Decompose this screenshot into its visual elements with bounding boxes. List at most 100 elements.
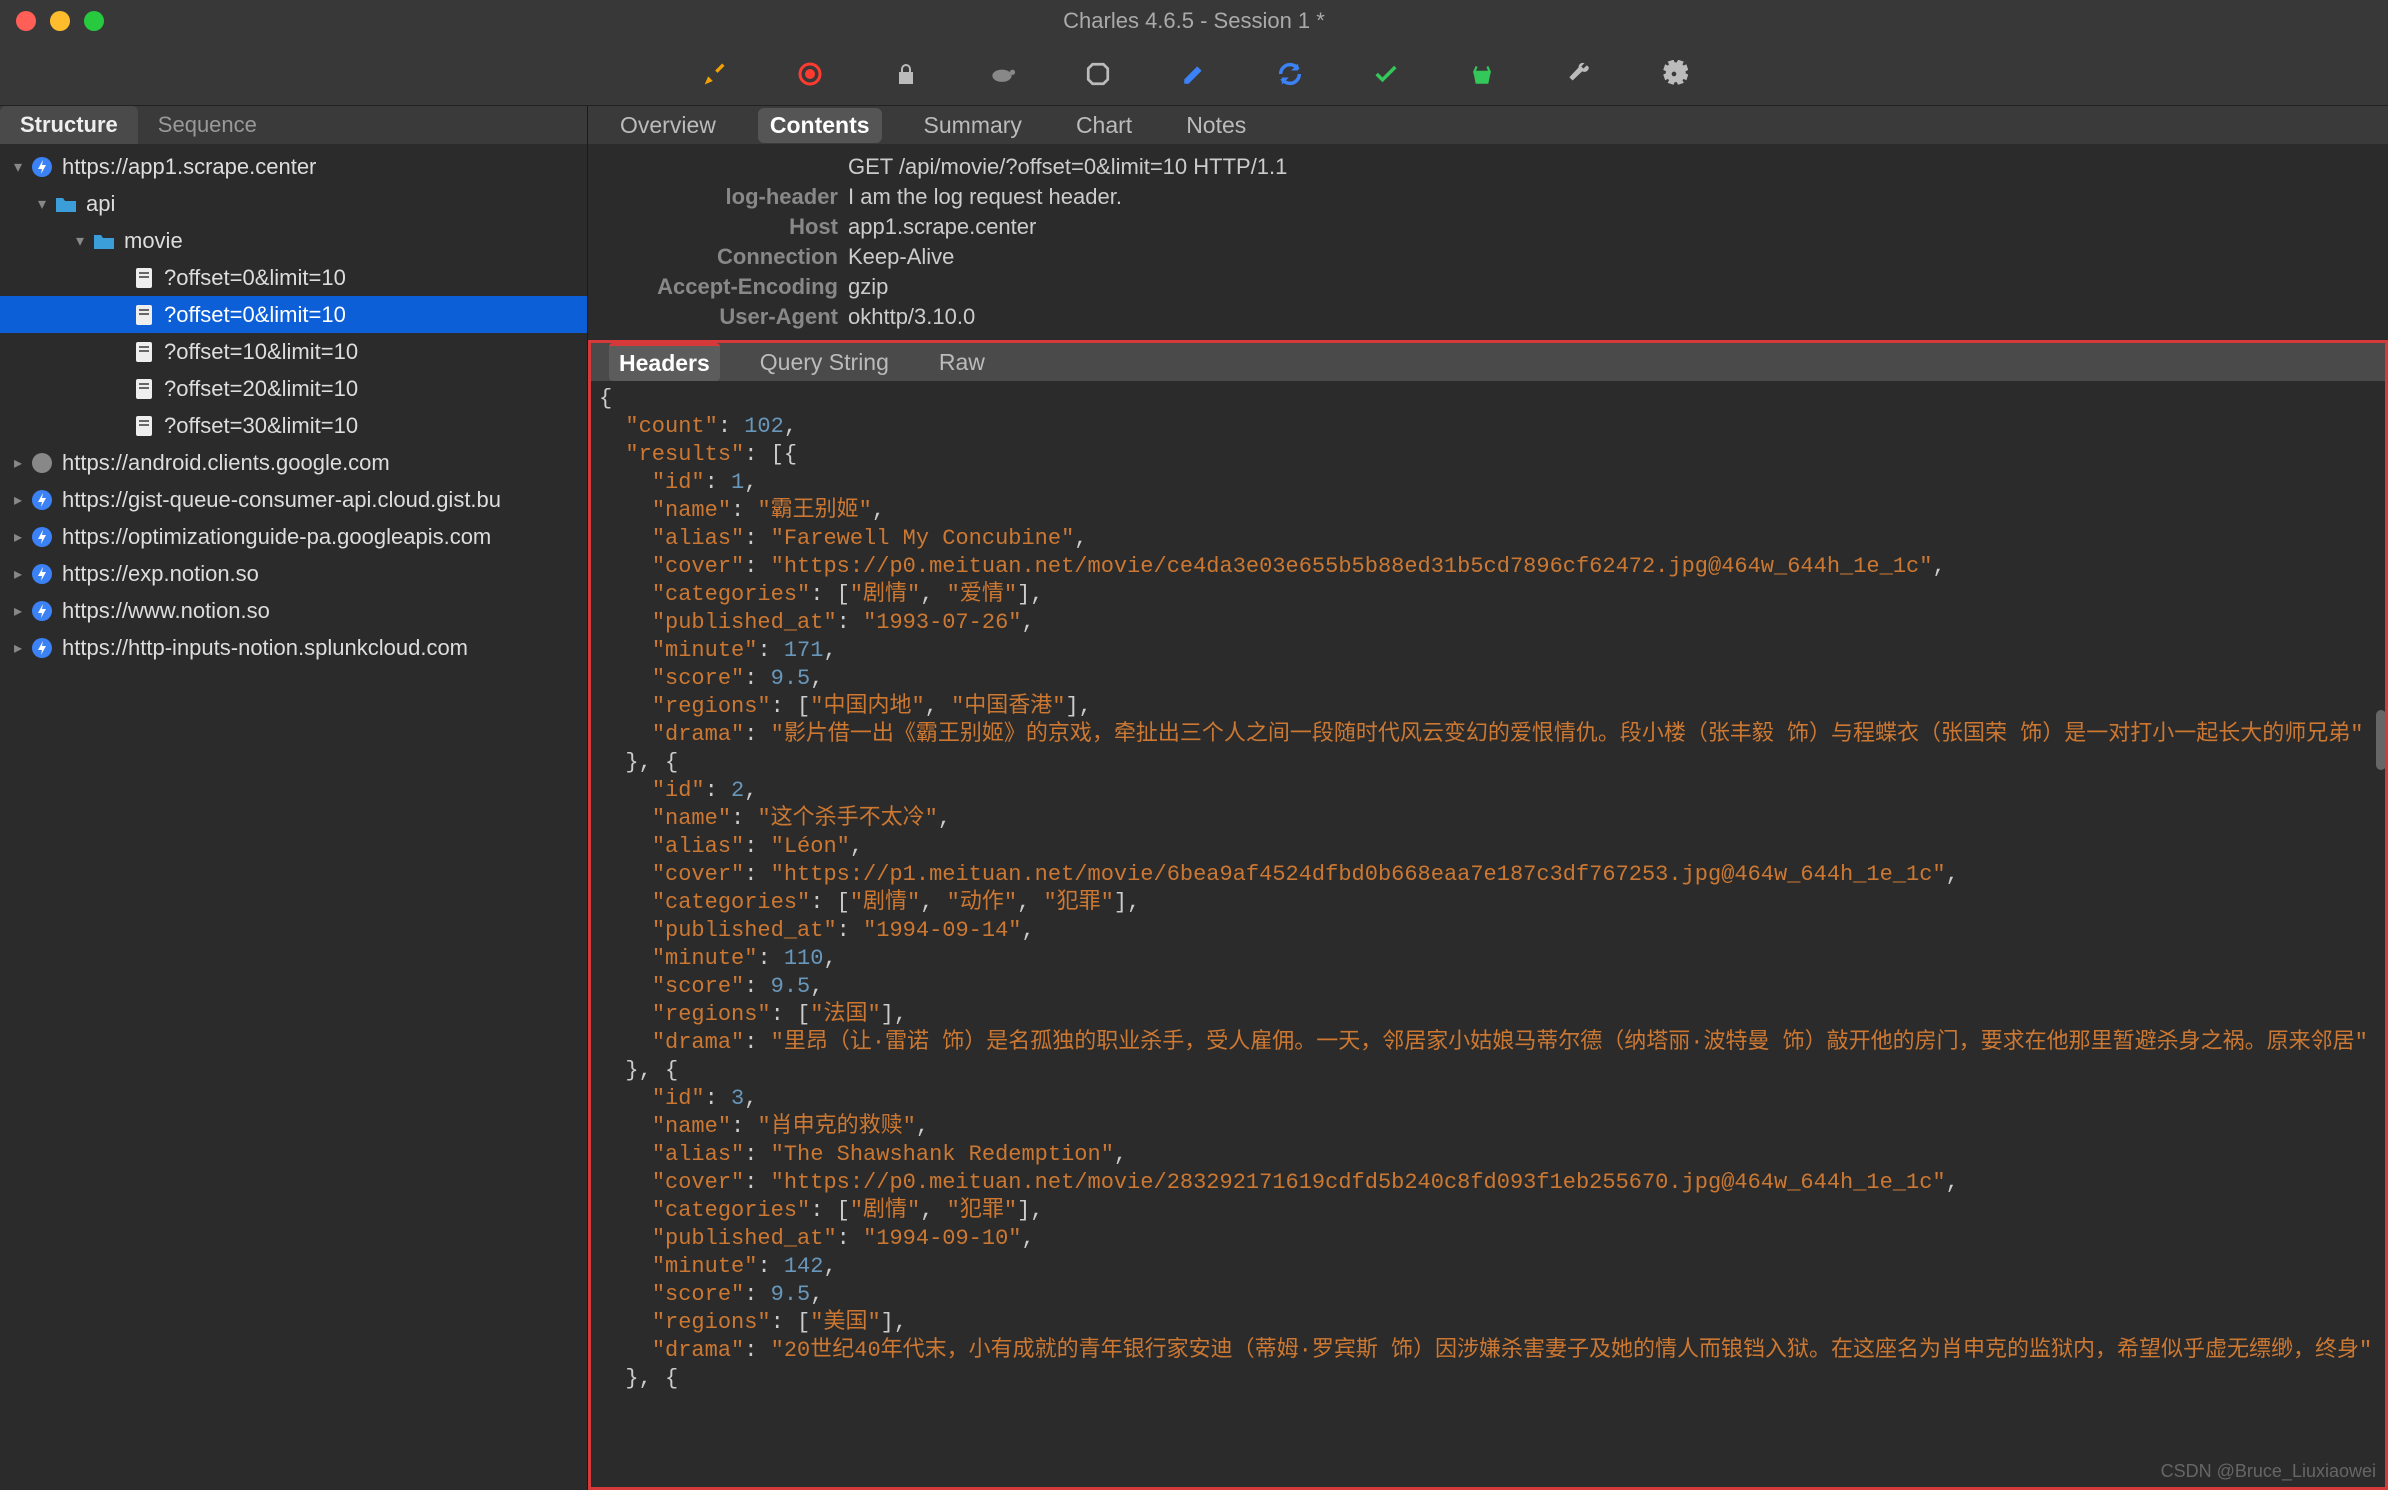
toolbar (0, 42, 2388, 106)
bolt-icon (28, 155, 56, 179)
tree-host[interactable]: ▸ https://gist-queue-consumer-api.cloud.… (0, 481, 587, 518)
tree-label: https://gist-queue-consumer-api.cloud.gi… (62, 487, 501, 513)
globe-icon (28, 451, 56, 475)
tab-summary[interactable]: Summary (912, 108, 1034, 143)
host-value: app1.scrape.center (848, 214, 1036, 240)
tree-host[interactable]: ▸ https://optimizationguide-pa.googleapi… (0, 518, 587, 555)
turtle-icon[interactable] (988, 60, 1016, 88)
gear-icon[interactable] (1660, 60, 1688, 88)
chevron-down-icon[interactable]: ▾ (32, 194, 52, 214)
tree-host[interactable]: ▸ https://http-inputs-notion.splunkcloud… (0, 629, 587, 666)
tree-host[interactable]: ▾ https://app1.scrape.center (0, 148, 587, 185)
bolt-icon (28, 488, 56, 512)
tree-request[interactable]: ?offset=10&limit=10 (0, 333, 587, 370)
check-icon[interactable] (1372, 60, 1400, 88)
connection-label: Connection (588, 244, 848, 270)
tree-request[interactable]: ?offset=30&limit=10 (0, 407, 587, 444)
close-window-icon[interactable] (16, 11, 36, 31)
pen-icon[interactable] (1180, 60, 1208, 88)
tree-host[interactable]: ▸ https://exp.notion.so (0, 555, 587, 592)
folder-icon (52, 192, 80, 216)
tree-label: ?offset=20&limit=10 (164, 376, 358, 402)
tab-overview[interactable]: Overview (608, 108, 728, 143)
folder-icon (90, 229, 118, 253)
tree-label: https://android.clients.google.com (62, 450, 390, 476)
json-viewer[interactable]: { "count": 102, "results": [{ "id": 1, "… (591, 381, 2385, 1487)
tab-sequence[interactable]: Sequence (138, 106, 277, 144)
tab-query-string[interactable]: Query String (750, 345, 899, 380)
user-agent-value: okhttp/3.10.0 (848, 304, 975, 330)
tab-contents[interactable]: Contents (758, 108, 882, 143)
tree: ▾ https://app1.scrape.center ▾ api ▾ mov… (0, 144, 587, 1490)
connection-value: Keep-Alive (848, 244, 954, 270)
content-tabs: Overview Contents Summary Chart Notes (588, 106, 2388, 144)
sidebar: Structure Sequence ▾ https://app1.scrape… (0, 106, 588, 1490)
tree-label: ?offset=0&limit=10 (164, 302, 346, 328)
tree-label: ?offset=0&limit=10 (164, 265, 346, 291)
watermark: CSDN @Bruce_Liuxiaowei (2161, 1461, 2376, 1482)
chevron-right-icon[interactable]: ▸ (8, 564, 28, 584)
tab-notes[interactable]: Notes (1174, 108, 1258, 143)
tree-label: ?offset=10&limit=10 (164, 339, 358, 365)
file-icon (130, 266, 158, 290)
tree-folder[interactable]: ▾ movie (0, 222, 587, 259)
bolt-icon (28, 525, 56, 549)
accept-encoding-label: Accept-Encoding (588, 274, 848, 300)
sidebar-tabs: Structure Sequence (0, 106, 587, 144)
tab-headers[interactable]: Headers (609, 343, 720, 381)
tree-label: https://exp.notion.so (62, 561, 259, 587)
tree-label: https://optimizationguide-pa.googleapis.… (62, 524, 491, 550)
tree-request[interactable]: ?offset=20&limit=10 (0, 370, 587, 407)
tree-label: movie (124, 228, 183, 254)
lock-icon[interactable] (892, 60, 920, 88)
log-header-value: I am the log request header. (848, 184, 1122, 210)
chevron-right-icon[interactable]: ▸ (8, 527, 28, 547)
chevron-right-icon[interactable]: ▸ (8, 601, 28, 621)
response-section: Headers Query String Raw { "count": 102,… (588, 340, 2388, 1490)
refresh-icon[interactable] (1276, 60, 1304, 88)
tab-raw[interactable]: Raw (929, 345, 995, 380)
tree-label: https://app1.scrape.center (62, 154, 316, 180)
chevron-down-icon[interactable]: ▾ (8, 157, 28, 177)
minimize-window-icon[interactable] (50, 11, 70, 31)
tree-label: https://www.notion.so (62, 598, 270, 624)
accept-encoding-value: gzip (848, 274, 888, 300)
record-icon[interactable] (796, 60, 824, 88)
tree-request-selected[interactable]: ?offset=0&limit=10 (0, 296, 587, 333)
window-controls (16, 11, 104, 31)
stop-icon[interactable] (1084, 60, 1112, 88)
scrollbar-thumb[interactable] (2376, 710, 2386, 770)
chevron-right-icon[interactable]: ▸ (8, 638, 28, 658)
host-label: Host (588, 214, 848, 240)
wrench-icon[interactable] (1564, 60, 1592, 88)
user-agent-label: User-Agent (588, 304, 848, 330)
log-header-label: log-header (588, 184, 848, 210)
bolt-icon (28, 562, 56, 586)
file-icon (130, 377, 158, 401)
file-icon (130, 414, 158, 438)
bolt-icon (28, 636, 56, 660)
titlebar: Charles 4.6.5 - Session 1 * (0, 0, 2388, 42)
basket-icon[interactable] (1468, 60, 1496, 88)
request-overview: GET /api/movie/?offset=0&limit=10 HTTP/1… (588, 144, 2388, 340)
chevron-down-icon[interactable]: ▾ (70, 231, 90, 251)
file-icon (130, 303, 158, 327)
content-panel: Overview Contents Summary Chart Notes GE… (588, 106, 2388, 1490)
request-line: GET /api/movie/?offset=0&limit=10 HTTP/1… (848, 154, 1287, 180)
bolt-icon (28, 599, 56, 623)
chevron-right-icon[interactable]: ▸ (8, 490, 28, 510)
tree-label: https://http-inputs-notion.splunkcloud.c… (62, 635, 468, 661)
broom-icon[interactable] (700, 60, 728, 88)
tab-chart[interactable]: Chart (1064, 108, 1144, 143)
tree-folder[interactable]: ▾ api (0, 185, 587, 222)
tree-label: ?offset=30&limit=10 (164, 413, 358, 439)
tab-structure[interactable]: Structure (0, 106, 138, 144)
chevron-right-icon[interactable]: ▸ (8, 453, 28, 473)
tree-label: api (86, 191, 115, 217)
tree-host[interactable]: ▸ https://android.clients.google.com (0, 444, 587, 481)
maximize-window-icon[interactable] (84, 11, 104, 31)
tree-host[interactable]: ▸ https://www.notion.so (0, 592, 587, 629)
file-icon (130, 340, 158, 364)
response-tabs: Headers Query String Raw (591, 343, 2385, 381)
tree-request[interactable]: ?offset=0&limit=10 (0, 259, 587, 296)
